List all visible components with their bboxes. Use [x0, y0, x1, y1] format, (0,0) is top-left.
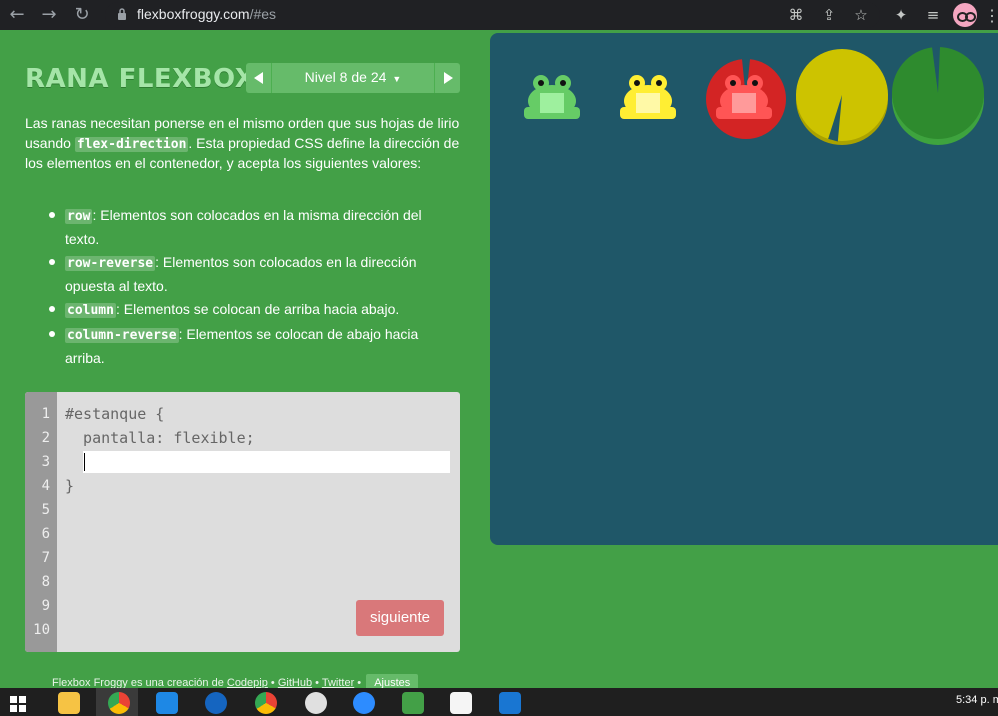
line-number: 7 [41, 550, 50, 566]
lilypad-yellow [796, 49, 888, 145]
code-line-selector: #estanque { [65, 405, 165, 423]
value-code: column [65, 303, 116, 318]
nodejs-icon[interactable] [402, 692, 424, 714]
value-code: column-reverse [65, 328, 179, 343]
list-item: column: Elementos se colocan de arriba h… [47, 298, 447, 322]
screenshot-tool-icon[interactable] [305, 692, 327, 714]
previous-level-button[interactable] [246, 63, 272, 93]
menu-icon[interactable]: ⋮ [984, 6, 998, 26]
text-cursor [84, 453, 85, 471]
vscode-icon[interactable] [156, 692, 178, 714]
next-button[interactable]: siguiente [356, 600, 444, 636]
reload-icon[interactable]: ↻ [71, 4, 93, 26]
firefox-icon[interactable] [205, 692, 227, 714]
level-indicator[interactable]: Nivel 8 de 24 ▼ [276, 69, 430, 85]
lock-icon [118, 8, 126, 20]
value-code: row-reverse [65, 256, 156, 271]
translate-icon[interactable]: ⌘ [786, 5, 806, 25]
star-icon[interactable]: ☆ [851, 5, 871, 25]
line-number: 2 [41, 430, 50, 446]
line-number: 6 [41, 526, 50, 542]
css-answer-input[interactable] [83, 451, 450, 473]
app-icon[interactable] [450, 692, 472, 714]
extensions-icon[interactable]: ✦ [891, 5, 911, 25]
browser-toolbar: ← → ↻ flexboxfroggy.com/#es ⌘ ⇪ ☆ ✦ ≡ ⋮ [0, 0, 998, 30]
value-description: : Elementos son colocados en la misma di… [65, 207, 422, 247]
lilypad-green [892, 47, 984, 145]
line-number: 5 [41, 502, 50, 518]
list-item: column-reverse: Elementos se colocan de … [47, 323, 447, 369]
chrome-alt-icon[interactable] [255, 692, 277, 714]
line-number: 1 [41, 406, 50, 422]
line-number: 10 [33, 622, 50, 638]
css-editor: 1 2 3 4 5 6 7 8 9 10 #estanque { pantall… [25, 392, 460, 652]
back-icon[interactable]: ← [6, 4, 28, 26]
pond [490, 33, 998, 545]
list-item: row-reverse: Elementos son colocados en … [47, 251, 447, 297]
line-number: 8 [41, 574, 50, 590]
url-text[interactable]: flexboxfroggy.com/#es [137, 6, 276, 22]
line-number: 9 [41, 598, 50, 614]
instructions-text: Las ranas necesitan ponerse en el mismo … [25, 114, 465, 174]
code-line-close: } [65, 477, 75, 495]
line-number: 3 [41, 454, 50, 470]
value-description: : Elementos se colocan de arriba hacia a… [115, 301, 400, 317]
next-level-button[interactable] [434, 63, 460, 93]
zoom-icon[interactable] [353, 692, 375, 714]
windows-taskbar [0, 688, 998, 716]
line-number-gutter: 1 2 3 4 5 6 7 8 9 10 [25, 392, 57, 652]
level-label: Nivel 8 de 24 [304, 69, 387, 85]
caret-down-icon: ▼ [392, 74, 402, 84]
profile-icon[interactable] [953, 3, 977, 27]
value-code: row [65, 209, 93, 224]
line-number: 4 [41, 478, 50, 494]
forward-icon[interactable]: → [38, 4, 60, 26]
taskbar-clock[interactable]: 5:34 p. m. [956, 694, 998, 706]
list-item: row: Elementos son colocados en la misma… [47, 204, 447, 250]
media-icon[interactable]: ≡ [923, 5, 943, 25]
frog-green [524, 75, 580, 119]
frog-red [716, 75, 772, 119]
windows-start-icon[interactable] [10, 696, 26, 712]
property-code: flex-direction [74, 136, 189, 152]
code-line-display: pantalla: flexible; [65, 429, 255, 447]
frog-yellow [620, 75, 676, 119]
share-icon[interactable]: ⇪ [819, 5, 839, 25]
chrome-icon[interactable] [108, 692, 130, 714]
level-navigator: Nivel 8 de 24 ▼ [246, 63, 460, 93]
file-explorer-icon[interactable] [58, 692, 80, 714]
photos-icon[interactable] [499, 692, 521, 714]
page-title: RANA FLEXBOX [25, 64, 256, 94]
values-list: row: Elementos son colocados en la misma… [47, 204, 447, 370]
